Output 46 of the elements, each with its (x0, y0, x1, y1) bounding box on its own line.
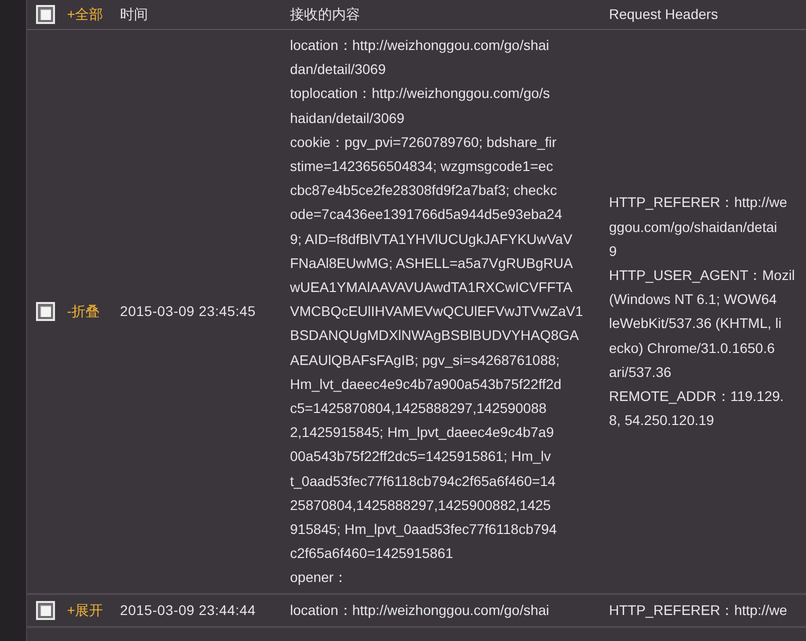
header-line: ecko) Chrome/31.0.1650.6 (609, 338, 776, 358)
content-line: VMCBQcEUlIHVAMEVwQCUlEFVwJTVwZaV1 (290, 302, 584, 322)
content-line: 00a543b75f22ff2dc5=1425915861; Hm_lv (290, 447, 552, 466)
content-line: wUEA1YMAlAAVAVUAwdTA1RXCwICVFFTA (290, 278, 574, 298)
checkbox[interactable] (36, 5, 55, 24)
header-line: ari/537.36 (609, 362, 672, 382)
content-line: ode=7ca436ee1391766d5a944d5e93eba24 (290, 205, 564, 224)
checkbox[interactable] (36, 302, 55, 321)
column-header: 接收的内容 (290, 6, 360, 22)
toggle-link[interactable]: +展开 (67, 602, 104, 618)
content-line: 915845; Hm_lpvt_0aad53fec77f6118cb794 (290, 520, 558, 540)
header-line: (Windows NT 6.1; WOW64 (609, 290, 778, 310)
content-line: dan/detail/3069 (290, 60, 387, 80)
column-header: Request Headers (609, 6, 718, 22)
header-line: REMOTE_ADDR：119.129. (609, 386, 785, 406)
content-line: 9; AID=f8dfBlVTA1YHVlUCUgkJAFYKUwVaV (290, 230, 574, 249)
content-line: t_0aad53fec77f6118cb794c2f65a6f460=14 (290, 472, 557, 491)
content-line: FNaAl8EUwMG; ASHELL=a5a7VgRUBgRUA (290, 254, 574, 273)
header-line: 9 (609, 242, 618, 261)
header-line: HTTP_USER_AGENT：Mozil (609, 266, 796, 285)
content-line: 25870804,1425888297,1425900882,1425 (290, 496, 552, 515)
content-line: location：http://weizhonggou.com/go/shai (290, 601, 550, 620)
column-header: 时间 (120, 6, 148, 22)
checkbox[interactable] (36, 600, 55, 620)
time-cell: 2015-03-09 23:44:44 (120, 602, 256, 618)
content-line: 2,1425915845; Hm_lpvt_daeec4e9c4b7a9 (290, 423, 555, 442)
content-line: toplocation：http://weizhonggou.com/go/s (290, 84, 551, 104)
content-line: location：http://weizhonggou.com/go/shai (290, 36, 550, 55)
content-line: BSDANQUgMDXlNWAgBSBlBUDVYHAQ8GA (290, 326, 580, 346)
content-line: c5=1425870804,1425888297,142590088 (290, 399, 548, 418)
header-line: HTTP_REFERER：http://we (609, 193, 788, 212)
content-line: Hm_lvt_daeec4e9c4b7a900a543b75f22ff2d (290, 374, 562, 394)
content-line: cookie：pgv_pvi=7260789760; bdshare_fir (290, 132, 558, 152)
content-line: stime=1423656504834; wzgmsgcode1=ec (290, 157, 554, 176)
time-cell: 2015-03-09 23:45:45 (120, 302, 256, 319)
header-line: ggou.com/go/shaidan/detai (609, 218, 778, 237)
content-line: cbc87e4b5ce2fe28308fd9f2a7baf3; checkc (290, 181, 558, 200)
header-line: leWebKit/537.36 (KHTML, li (609, 314, 782, 334)
content-line: AEAUlQBAFsFAgIB; pgv_si=s4268761088; (290, 350, 561, 370)
expand-all-link[interactable]: +全部 (67, 6, 104, 22)
header-line: HTTP_REFERER：http://we (609, 601, 788, 620)
content-line: opener： (290, 568, 349, 588)
content-line: haidan/detail/3069 (290, 108, 406, 128)
content-line: c2f65a6f460=1425915861 (290, 544, 454, 564)
toggle-link[interactable]: -折叠 (67, 302, 100, 319)
header-line: 8, 54.250.120.19 (609, 411, 716, 430)
